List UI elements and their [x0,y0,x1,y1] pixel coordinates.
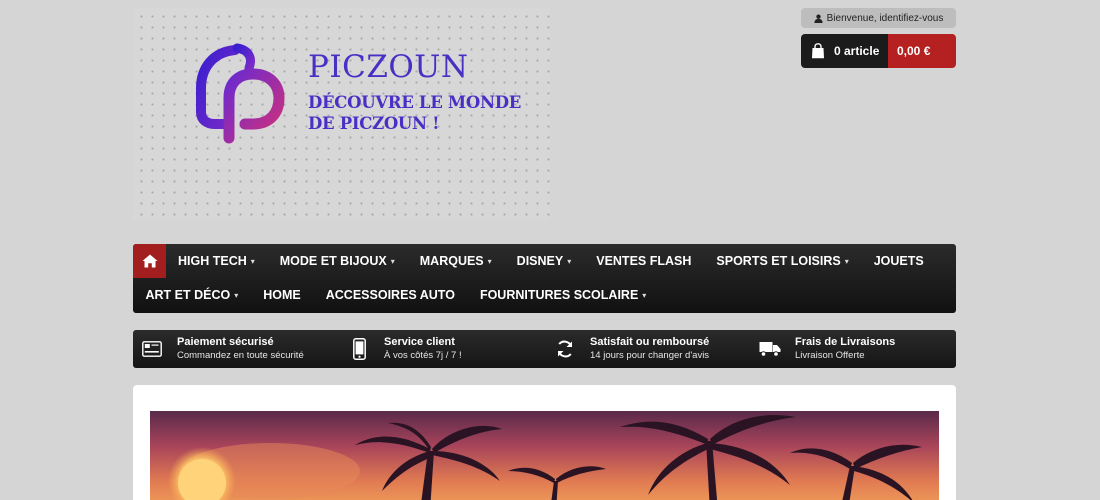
brand-tagline-line1: DÉCOUVRE LE MONDE [308,93,522,112]
nav-label: HOME [263,288,301,302]
brand-name: PICZOUN [308,49,469,85]
account-label: Bienvenue, identifiez-vous [826,12,944,24]
nav-item-disney[interactable]: DISNEY ▾ [504,244,584,278]
nav-item-art-et-deco[interactable]: ART ET DÉCO ▾ [133,278,251,312]
nav-label: MARQUES [419,254,484,268]
nav-label: FOURNITURES SCOLAIRE [479,288,639,302]
cart-button[interactable]: 0 article 0,00 € [801,34,956,68]
reassurance-title: Satisfait ou remboursé [590,336,710,348]
shopping-bag-icon [812,43,824,59]
nav-item-mode-et-bijoux[interactable]: MODE ET BIJOUX ▾ [267,244,407,278]
chevron-down-icon: ▾ [234,290,239,300]
nav-home-button[interactable] [133,244,166,278]
reassurance-subtitle: 14 jours pour changer d'avis [590,350,710,361]
reassurance-subtitle: À vos côtés 7j / 7 ! [384,350,462,361]
nav-item-home[interactable]: HOME [251,278,314,312]
reassurance-title: Paiement sécurisé [177,336,274,348]
nav-label: SPORTS ET LOISIRS [716,254,841,268]
nav-item-ventes-flash[interactable]: VENTES FLASH [584,244,704,278]
chevron-down-icon: ▾ [487,256,492,266]
site-logo[interactable]: PICZOUN DÉCOUVRE LE MONDE DE PICZOUN ! [133,8,550,220]
brand-tagline-line2: DE PICZOUN ! [308,114,440,133]
chevron-down-icon: ▾ [390,256,395,266]
sunset-palm-trees-image [150,411,939,500]
nav-item-high-tech[interactable]: HIGH TECH ▾ [166,244,267,278]
nav-label: MODE ET BIJOUX [279,254,387,268]
nav-label: ART ET DÉCO [145,288,231,302]
reassurance-bar: Paiement sécurisé Commandez en toute séc… [133,330,956,368]
nav-label: HIGH TECH [178,254,247,268]
nav-label: ACCESSOIRES AUTO [325,288,455,302]
refresh-icon [554,338,576,360]
chevron-down-icon: ▾ [567,256,572,266]
nav-label: JOUETS [873,254,924,268]
nav-item-fournitures-scolaire[interactable]: FOURNITURES SCOLAIRE ▾ [467,278,658,312]
homepage-slider[interactable] [150,411,939,500]
cart-total-box: 0,00 € [888,34,956,68]
nav-item-accessoires-auto[interactable]: ACCESSOIRES AUTO [313,278,467,312]
chevron-down-icon: ▾ [844,256,849,266]
nav-item-marques[interactable]: MARQUES ▾ [407,244,504,278]
main-navigation: HIGH TECH ▾ MODE ET BIJOUX ▾ MARQUES ▾ DISN… [133,244,956,313]
reassurance-subtitle: Livraison Offerte [795,350,865,361]
main-content [133,385,956,500]
reassurance-title: Frais de Livraisons [795,336,896,348]
nav-label: DISNEY [516,254,564,268]
chevron-down-icon: ▾ [250,256,255,266]
account-link[interactable]: Bienvenue, identifiez-vous [801,8,956,28]
reassurance-subtitle: Commandez en toute sécurité [177,350,304,361]
phone-icon [348,338,370,360]
piczoun-logo-icon [196,43,285,144]
brand-tagline: DÉCOUVRE LE MONDE DE PICZOUN ! [308,92,548,134]
cart-count: 0 article [834,44,880,58]
nav-item-sports-et-loisirs[interactable]: SPORTS ET LOISIRS ▾ [704,244,861,278]
nav-row-2: ART ET DÉCO ▾ HOME ACCESSOIRES AUTO FOURN… [133,278,659,312]
reassurance-title: Service client [384,336,455,348]
reassurance-payment: Paiement sécurisé Commandez en toute séc… [141,330,304,368]
nav-item-jouets[interactable]: JOUETS [861,244,936,278]
chevron-down-icon: ▾ [642,290,647,300]
cart-summary: 0 article [801,34,888,68]
cart-total: 0,00 € [897,44,931,58]
reassurance-service: Service client À vos côtés 7j / 7 ! [348,330,462,368]
reassurance-delivery: Frais de Livraisons Livraison Offerte [759,330,895,368]
nav-label: VENTES FLASH [596,254,692,268]
truck-icon [759,338,781,360]
reassurance-refund: Satisfait ou remboursé 14 jours pour cha… [554,330,709,368]
home-icon [142,254,157,268]
nav-row-1: HIGH TECH ▾ MODE ET BIJOUX ▾ MARQUES ▾ DISN… [133,244,936,278]
user-icon [814,14,823,23]
credit-card-icon [141,338,163,360]
